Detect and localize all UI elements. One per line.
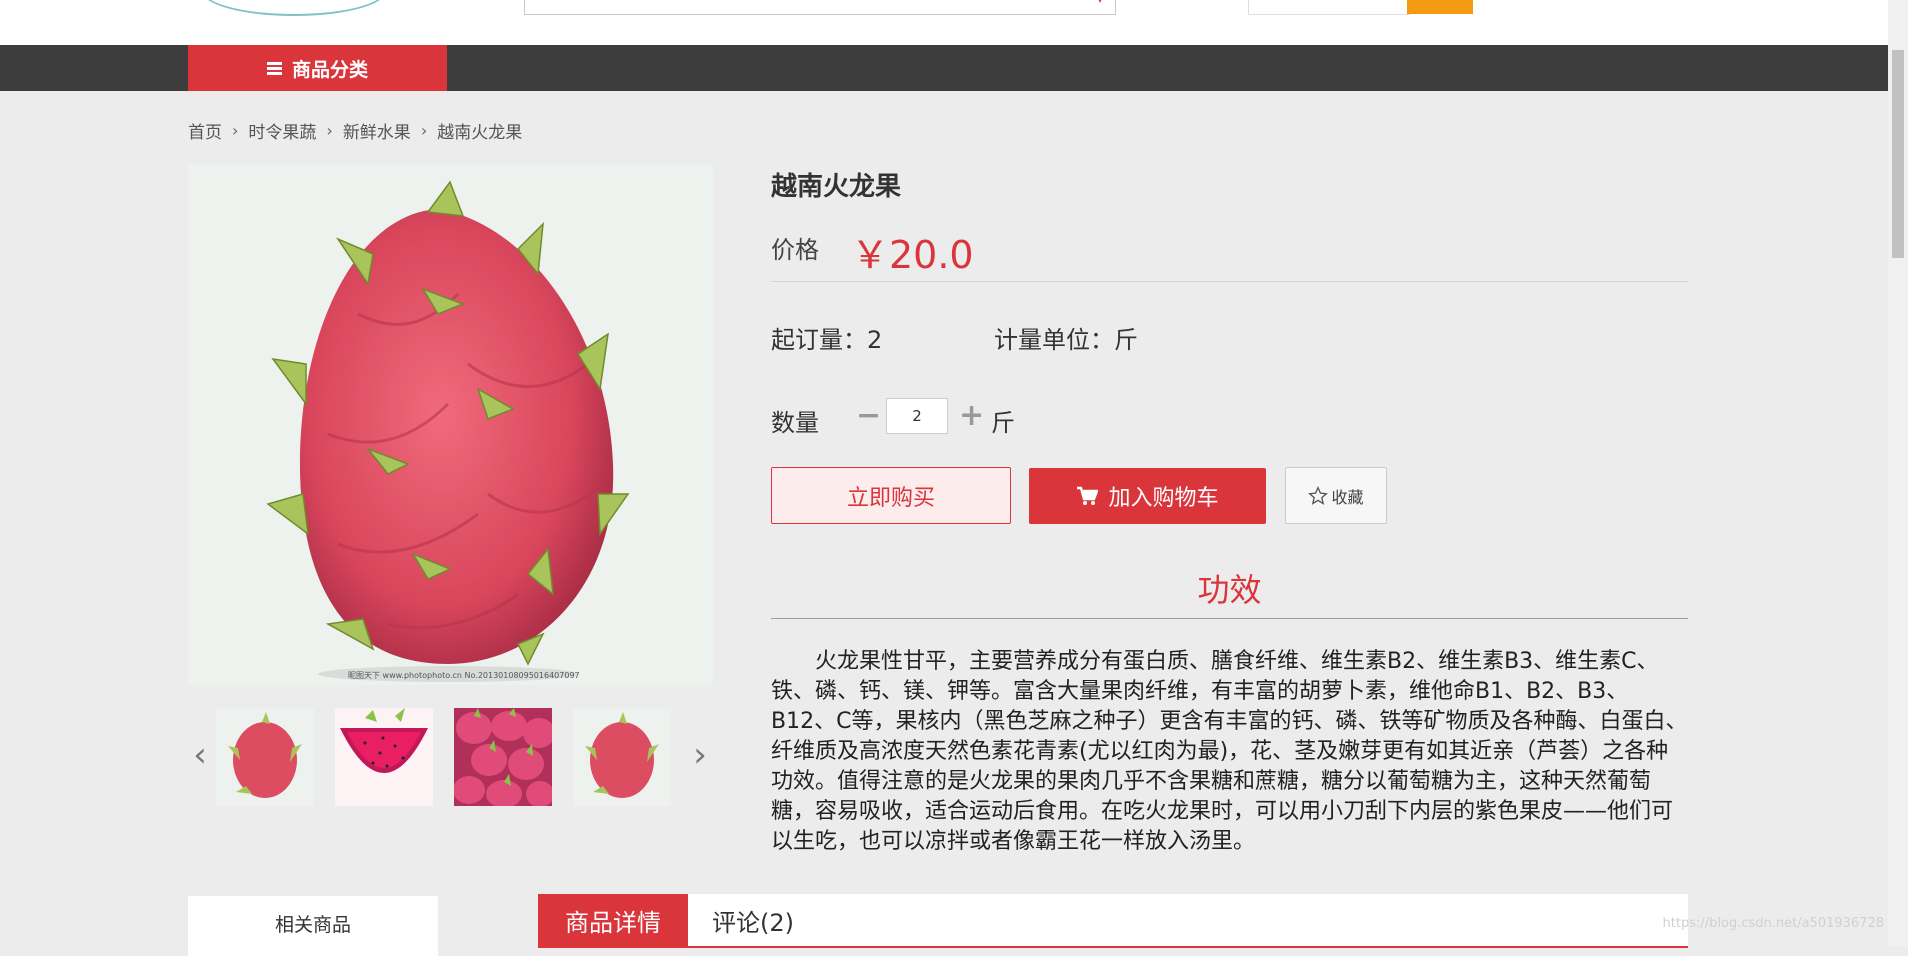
category-menu-button[interactable]: 商品分类 — [188, 45, 447, 91]
page-scrollbar[interactable] — [1888, 0, 1908, 946]
favorite-label: 收藏 — [1331, 487, 1364, 507]
quantity-input[interactable] — [886, 398, 948, 434]
favorite-button[interactable]: 收藏 — [1285, 467, 1387, 524]
detail-tabs: 商品详情 评论(2) — [538, 894, 1688, 948]
dragon-fruit-image — [188, 164, 713, 685]
price-value: ￥20.0 — [851, 233, 974, 277]
gallery-thumbnail[interactable] — [216, 708, 314, 806]
image-caption: 昵图天下 www.photophoto.cn No.20130108095016… — [348, 671, 580, 680]
minimum-order-quantity: 起订量：2 — [771, 326, 883, 354]
add-to-cart-label: 加入购物车 — [1108, 486, 1219, 511]
product-main-image[interactable]: 昵图天下 www.photophoto.cn No.20130108095016… — [188, 164, 713, 685]
watermark: https://blog.csdn.net/a501936728 — [1662, 916, 1884, 931]
quantity-increase-button[interactable]: + — [959, 401, 984, 431]
quantity-unit: 斤 — [991, 409, 1015, 437]
price-label: 价格 — [771, 236, 819, 264]
buy-now-button[interactable]: 立即购买 — [771, 467, 1011, 524]
gallery-thumbnail[interactable] — [454, 708, 552, 806]
search-dropdown-icon[interactable]: ▾ — [1097, 0, 1107, 5]
breadcrumb-chevron-icon: › — [326, 121, 333, 140]
related-products-title: 相关商品 — [274, 914, 351, 936]
add-to-cart-button[interactable]: 加入购物车 — [1029, 468, 1266, 524]
breadcrumb-chevron-icon: › — [232, 121, 239, 140]
related-products-panel: 相关商品 — [188, 896, 438, 956]
top-header: ▾ — [0, 0, 1888, 45]
cart-icon — [1076, 486, 1099, 506]
scrollbar-thumb[interactable] — [1892, 50, 1904, 258]
buy-now-label: 立即购买 — [846, 485, 935, 511]
gallery-prev-icon[interactable]: ‹ — [188, 738, 212, 772]
product-title: 越南火龙果 — [771, 172, 902, 202]
gallery-thumbnail[interactable] — [573, 708, 671, 806]
category-menu-label: 商品分类 — [291, 58, 368, 81]
search-input[interactable]: ▾ — [524, 0, 1116, 15]
effect-section-title: 功效 — [1197, 571, 1262, 609]
breadcrumb-seasonal-produce[interactable]: 时令果蔬 — [248, 118, 316, 143]
dragon-fruit-slice-thumb — [335, 708, 433, 806]
breadcrumb-chevron-icon: › — [420, 121, 428, 140]
effect-description: 火龙果性甘平，主要营养成分有蛋白质、膳食纤维、维生素B2、维生素B3、维生素C、… — [771, 649, 1688, 854]
quantity-decrease-button[interactable]: − — [856, 401, 881, 431]
dragon-fruit-whole-thumb — [573, 708, 671, 806]
gallery-next-icon[interactable]: › — [688, 738, 712, 772]
divider — [771, 618, 1688, 619]
gallery-thumbnail[interactable] — [335, 708, 433, 806]
breadcrumb: 首页 › 时令果蔬 › 新鲜水果 › 越南火龙果 — [188, 118, 522, 143]
quantity-label: 数量 — [771, 409, 819, 437]
menu-icon — [266, 61, 282, 75]
tab-product-details[interactable]: 商品详情 — [538, 894, 688, 946]
breadcrumb-home[interactable]: 首页 — [188, 118, 222, 143]
main-nav-bar: 商品分类 — [0, 45, 1888, 91]
dragon-fruit-pile-thumb — [454, 708, 552, 806]
breadcrumb-current[interactable]: 越南火龙果 — [437, 118, 522, 143]
breadcrumb-fresh-fruit[interactable]: 新鲜水果 — [343, 118, 411, 143]
divider — [771, 281, 1688, 282]
cart-field[interactable] — [1248, 0, 1410, 15]
site-logo[interactable] — [202, 0, 386, 16]
dragon-fruit-whole-thumb — [216, 708, 314, 806]
tab-comments[interactable]: 评论(2) — [688, 894, 818, 946]
star-icon — [1308, 485, 1329, 506]
measurement-unit: 计量单位：斤 — [994, 326, 1138, 354]
header-action-button[interactable] — [1407, 0, 1473, 14]
